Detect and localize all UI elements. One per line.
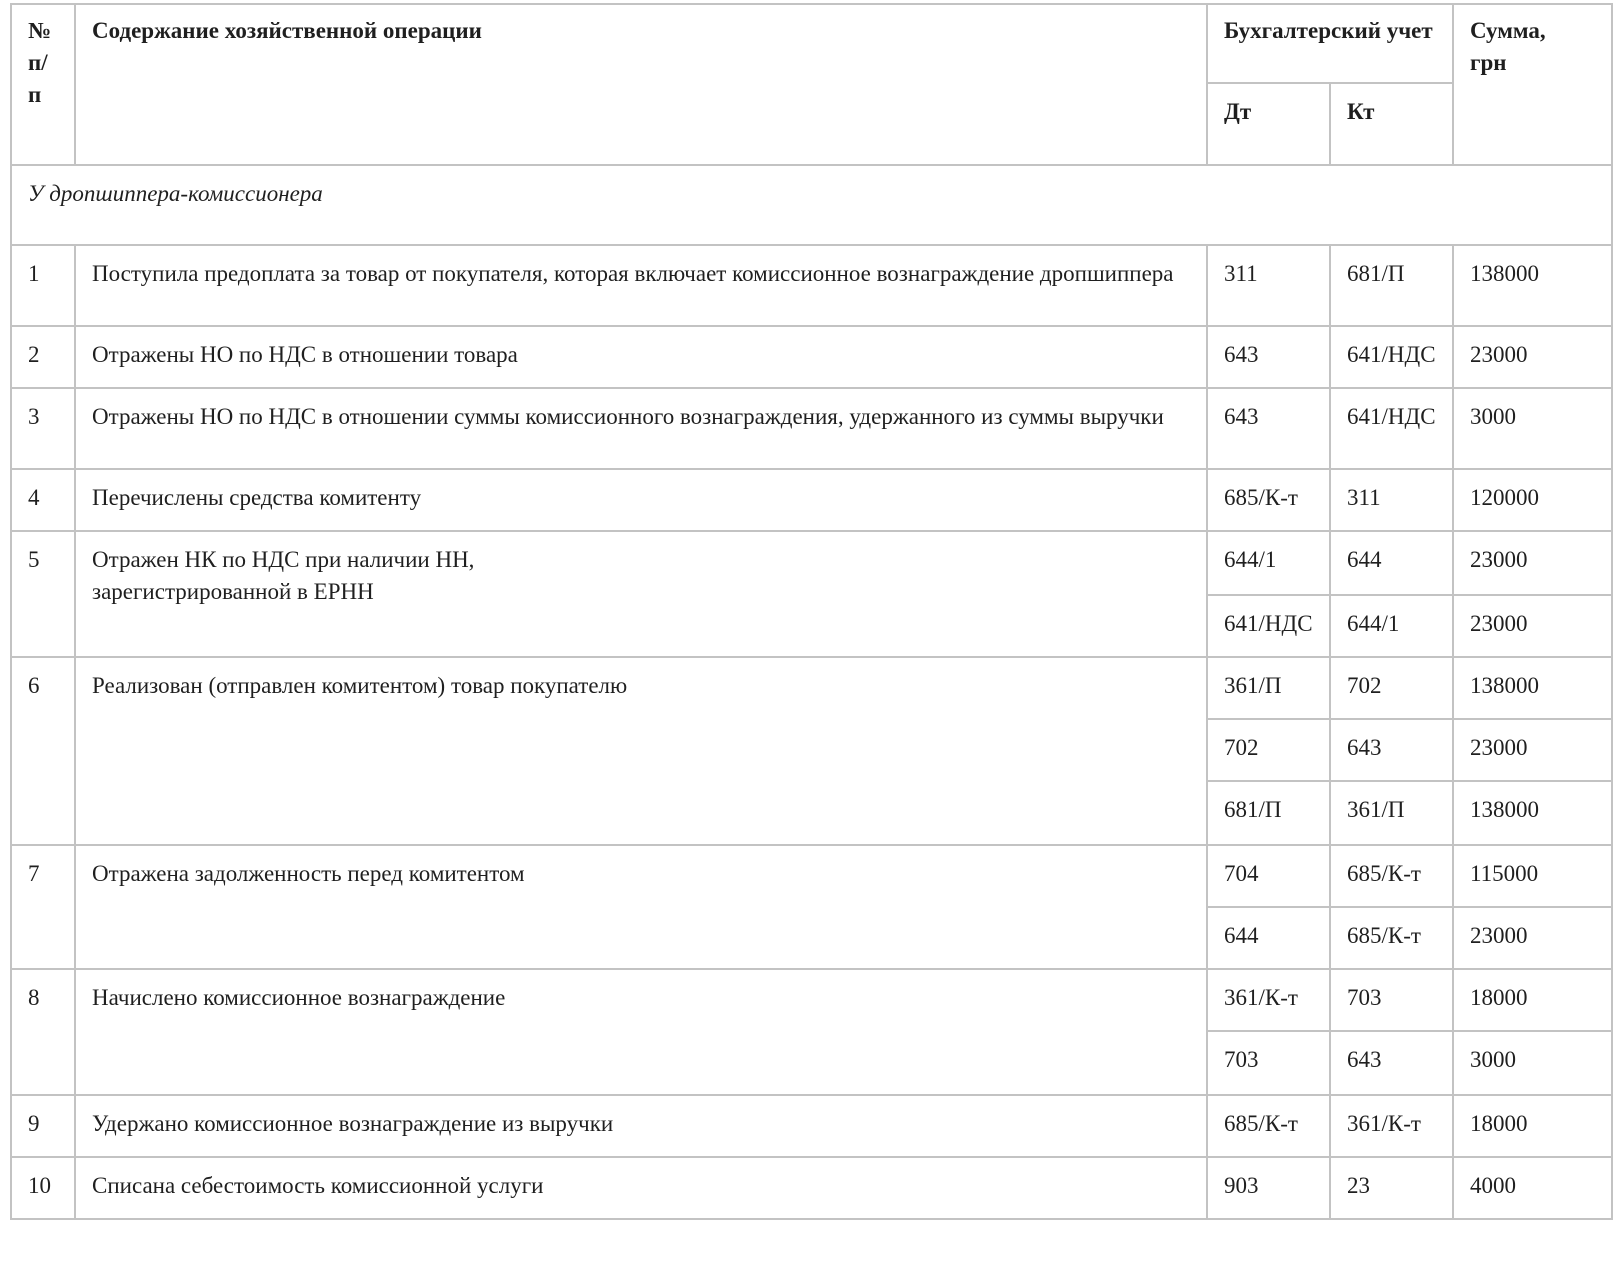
row-description: Удержано комиссионное вознаграждение из … [74,1094,1208,1158]
row-sum: 138000 [1452,656,1613,720]
header-number-line2: п/п [28,50,48,107]
row-credit: 361/К-т [1329,1094,1454,1158]
row-debit: 702 [1206,718,1331,782]
row-sum: 115000 [1452,844,1613,908]
row-credit: 643 [1329,718,1454,782]
table-row: 9 Удержано комиссионное вознаграждение и… [10,1094,1613,1158]
table-row: 7 Отражена задолженность перед комитенто… [10,844,1613,970]
row-description: Отражены НО по НДС в отношении суммы ком… [74,387,1208,470]
row-sum: 23000 [1452,530,1613,596]
row-sum: 18000 [1452,1094,1613,1158]
row-credit: 643 [1329,1030,1454,1096]
ledger-table-container: № п/п Содержание хозяйственной операции … [10,3,1613,1220]
header-number: № п/п [10,3,76,166]
row-credit: 641/НДС [1329,387,1454,470]
row-description: Отражены НО по НДС в отношении товара [74,325,1208,389]
row-number: 6 [10,656,76,846]
section-title: У дропшиппера-комиссионера [10,164,1613,246]
table-row: 10 Списана себестоимость комиссионной ус… [10,1156,1613,1220]
row-debit: 361/П [1206,656,1331,720]
row-description: Начислено комиссионное вознаграждение [74,968,1208,1096]
row-debit: 704 [1206,844,1331,908]
row-description: Перечислены средства комитенту [74,468,1208,532]
header-credit: Кт [1329,82,1454,166]
row-number: 5 [10,530,76,658]
row-number: 1 [10,244,76,327]
row-sum: 18000 [1452,968,1613,1032]
row-description: Списана себестоимость комиссионной услуг… [74,1156,1208,1220]
row-sum: 120000 [1452,468,1613,532]
table-row: 3 Отражены НО по НДС в отношении суммы к… [10,387,1613,470]
row-debit: 643 [1206,325,1331,389]
row-description: Реализован (отправлен комитентом) товар … [74,656,1208,846]
row-credit: 23 [1329,1156,1454,1220]
row-number: 2 [10,325,76,389]
row-sum: 4000 [1452,1156,1613,1220]
row-credit: 681/П [1329,244,1454,327]
table-row: 6 Реализован (отправлен комитентом) това… [10,656,1613,846]
row-sum: 138000 [1452,244,1613,327]
table-row: 4 Перечислены средства комитенту 685/К-т… [10,468,1613,532]
row-debit: 703 [1206,1030,1331,1096]
row-number: 3 [10,387,76,470]
row-description-line1: Отражен НК по НДС при наличии НН, [92,547,475,572]
row-description: Отражена задолженность перед комитентом [74,844,1208,970]
row-debit: 643 [1206,387,1331,470]
header-debit: Дт [1206,82,1331,166]
row-description: Поступила предоплата за товар от покупат… [74,244,1208,327]
row-credit: 361/П [1329,780,1454,846]
accounting-entries-table: № п/п Содержание хозяйственной операции … [10,3,1613,1220]
row-description: Отражен НК по НДС при наличии НН, зареги… [74,530,1208,658]
row-credit: 311 [1329,468,1454,532]
row-number: 7 [10,844,76,970]
row-sum: 23000 [1452,594,1613,658]
row-credit: 703 [1329,968,1454,1032]
table-row: 8 Начислено комиссионное вознаграждение … [10,968,1613,1096]
row-debit: 361/К-т [1206,968,1331,1032]
row-credit: 685/К-т [1329,906,1454,970]
row-debit: 685/К-т [1206,468,1331,532]
header-number-line1: № [28,18,52,43]
row-description-line2: зарегистрированной в ЕРНН [92,579,374,604]
row-number: 9 [10,1094,76,1158]
row-sum: 23000 [1452,906,1613,970]
table-row: 5 Отражен НК по НДС при наличии НН, заре… [10,530,1613,658]
row-debit: 903 [1206,1156,1331,1220]
row-debit: 681/П [1206,780,1331,846]
header-content: Содержание хозяйственной операции [74,3,1208,166]
row-number: 8 [10,968,76,1096]
row-sum: 23000 [1452,325,1613,389]
table-row: 2 Отражены НО по НДС в отношении товара … [10,325,1613,389]
row-credit: 641/НДС [1329,325,1454,389]
row-debit: 644 [1206,906,1331,970]
row-sum: 138000 [1452,780,1613,846]
row-sum: 3000 [1452,387,1613,470]
header-sum: Сумма, грн [1452,3,1613,166]
row-number: 10 [10,1156,76,1220]
row-debit: 641/НДС [1206,594,1331,658]
header-sum-line1: Сумма, [1470,18,1546,43]
row-debit: 685/К-т [1206,1094,1331,1158]
row-credit: 702 [1329,656,1454,720]
header-accounting: Бухгалтерский учет [1206,3,1454,84]
row-debit: 644/1 [1206,530,1331,596]
table-row: 1 Поступила предоплата за товар от покуп… [10,244,1613,327]
row-sum: 23000 [1452,718,1613,782]
row-credit: 685/К-т [1329,844,1454,908]
row-sum: 3000 [1452,1030,1613,1096]
row-number: 4 [10,468,76,532]
row-credit: 644/1 [1329,594,1454,658]
row-credit: 644 [1329,530,1454,596]
row-debit: 311 [1206,244,1331,327]
header-sum-line2: грн [1470,50,1507,75]
